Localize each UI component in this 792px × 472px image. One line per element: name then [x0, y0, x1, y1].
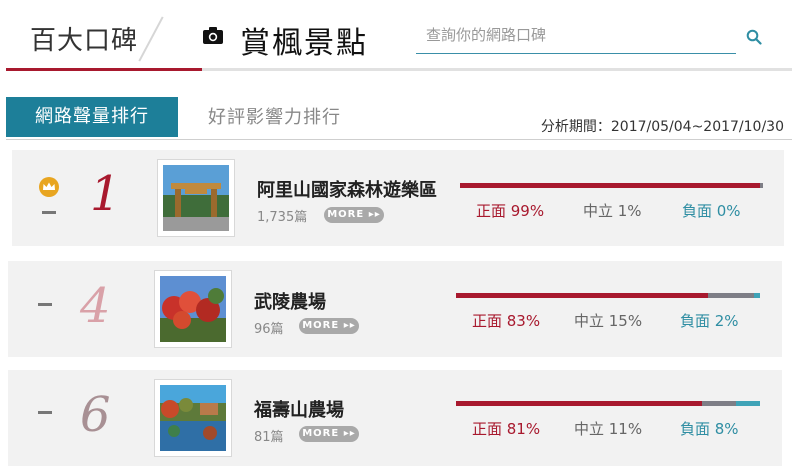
sentiment-bar — [456, 293, 760, 298]
header-rule-accent — [6, 68, 202, 71]
neutral-stat: 中立 1% — [583, 202, 642, 220]
positive-segment — [456, 293, 709, 298]
ranking-card: 1 阿里山國家森林遊樂區 1,735篇 MORE ▸▸ 正面 99% 中立 1%… — [12, 150, 784, 246]
place-photo — [160, 385, 226, 451]
positive-stat: 正面 81% — [472, 420, 541, 438]
camera-icon — [203, 27, 223, 44]
tab-influence-ranking[interactable]: 好評影響力排行 — [208, 103, 341, 129]
trend-indicator — [38, 303, 52, 306]
mention-count: 81篇 — [254, 430, 284, 445]
mention-count: 1,735篇 — [257, 210, 308, 225]
positive-stat: 正面 83% — [472, 312, 541, 330]
search-icon[interactable] — [746, 29, 762, 45]
neutral-segment — [708, 293, 754, 298]
search-box — [416, 22, 736, 54]
negative-stat: 負面 8% — [680, 420, 739, 438]
place-thumbnail[interactable] — [157, 159, 235, 237]
place-name[interactable]: 武陵農場 — [254, 288, 326, 314]
rank-number: 4 — [80, 278, 111, 334]
place-thumbnail[interactable] — [154, 270, 232, 348]
tab-volume-ranking[interactable]: 網路聲量排行 — [6, 97, 178, 137]
search-input[interactable] — [426, 26, 716, 44]
negative-stat: 負面 0% — [682, 202, 741, 220]
tabs-divider — [6, 139, 792, 140]
rank-number: 6 — [80, 387, 111, 443]
place-thumbnail[interactable] — [154, 379, 232, 457]
positive-segment — [460, 183, 760, 188]
negative-stat: 負面 2% — [680, 312, 739, 330]
trend-indicator — [42, 211, 56, 214]
negative-segment — [753, 293, 760, 298]
neutral-segment — [702, 401, 736, 406]
place-photo — [163, 165, 229, 231]
crown-icon — [39, 177, 59, 197]
sentiment-bar — [456, 401, 760, 406]
brand-title[interactable]: 百大口碑 — [30, 20, 138, 57]
trend-indicator — [38, 411, 52, 414]
place-photo — [160, 276, 226, 342]
topic-title: 賞楓景點 — [240, 26, 368, 61]
neutral-stat: 中立 11% — [574, 420, 643, 438]
place-name[interactable]: 阿里山國家森林遊樂區 — [257, 176, 437, 202]
analysis-period: 分析期間：2017/05/04~2017/10/30 — [540, 119, 784, 135]
more-button[interactable]: MORE ▸▸ — [324, 207, 384, 223]
ranking-card: 4 武陵農場 96篇 MORE ▸▸ 正面 83% 中立 15% 負面 2% — [8, 261, 782, 357]
sentiment-bar — [460, 183, 763, 188]
negative-segment — [735, 401, 760, 406]
mention-count: 96篇 — [254, 322, 284, 337]
more-button[interactable]: MORE ▸▸ — [299, 318, 359, 334]
ranking-card: 6 福壽山農場 81篇 MORE ▸▸ 正面 81% 中立 11% 負面 8% — [8, 370, 782, 466]
header-divider — [138, 16, 164, 62]
place-name[interactable]: 福壽山農場 — [254, 396, 344, 422]
positive-segment — [456, 401, 703, 406]
positive-stat: 正面 99% — [476, 202, 545, 220]
top-header: 百大口碑 賞楓景點 — [0, 0, 792, 72]
neutral-segment — [759, 183, 763, 188]
more-button[interactable]: MORE ▸▸ — [299, 426, 359, 442]
rank-number: 1 — [90, 166, 121, 222]
neutral-stat: 中立 15% — [574, 312, 643, 330]
